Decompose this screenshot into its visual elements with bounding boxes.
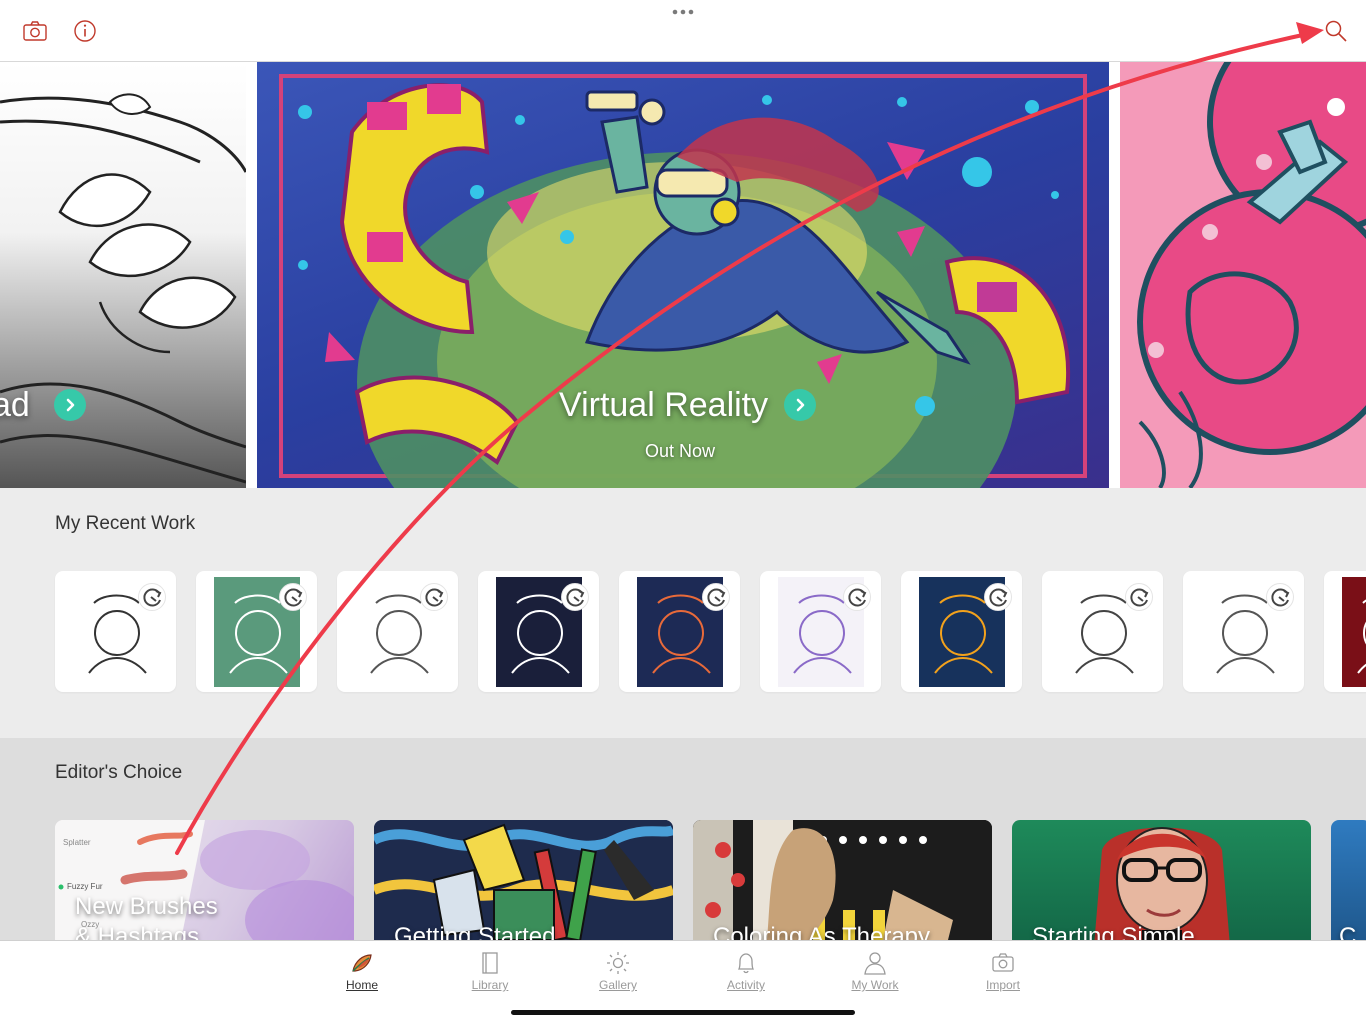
camera-icon[interactable]: [22, 18, 48, 44]
carousel-slide-virtual-reality[interactable]: Virtual Reality Out Now: [257, 62, 1109, 488]
tab-label: Activity: [726, 978, 765, 992]
home-leaf-icon: [352, 954, 372, 972]
carousel-slide-subtitle: Out Now: [645, 441, 716, 461]
more-dots-icon[interactable]: [670, 6, 696, 18]
gallery-sun-icon: [607, 952, 629, 974]
tab-label: Import: [985, 978, 1020, 992]
editors-card-starting-simple[interactable]: Starting Simple: [1012, 820, 1311, 940]
resume-progress-icon[interactable]: [1125, 583, 1153, 611]
recent-work-thumbnail[interactable]: [55, 571, 176, 692]
carousel-slide-next[interactable]: [1120, 62, 1366, 488]
heart-pattern-artwork: [1137, 62, 1366, 488]
recent-work-thumbnail[interactable]: [1183, 571, 1304, 692]
library-book-icon: [482, 952, 498, 974]
tab-gallery[interactable]: Gallery: [578, 951, 658, 995]
card-title: Coloring As Therapy: [713, 923, 931, 940]
card-title: New Brushes & Hashtags: [75, 893, 218, 940]
editors-choice-section: Editor's Choice Splatter Fuzzy Fur Ozzy …: [0, 738, 1366, 940]
editors-card-getting-started[interactable]: Getting Started: [374, 820, 673, 940]
recent-work-thumbnail[interactable]: [1042, 571, 1163, 692]
chevron-right-icon[interactable]: [784, 389, 816, 421]
editors-card-partial[interactable]: C: [1331, 820, 1366, 940]
brush-swatch-label: Splatter: [63, 838, 91, 847]
recent-work-title: My Recent Work: [55, 513, 196, 534]
home-indicator[interactable]: [511, 1010, 855, 1015]
import-camera-icon: [992, 953, 1014, 972]
card-title: Starting Simple: [1032, 923, 1195, 940]
tab-label: Library: [471, 978, 509, 992]
tab-label: My Work: [851, 978, 899, 992]
editors-choice-title: Editor's Choice: [55, 762, 183, 783]
carousel-slide-title: Virtual Reality: [559, 386, 769, 424]
info-icon[interactable]: [72, 18, 98, 44]
top-bar: [0, 0, 1366, 62]
resume-progress-icon[interactable]: [138, 583, 166, 611]
recent-work-thumbnail[interactable]: [619, 571, 740, 692]
artwork-preview: [1342, 577, 1366, 687]
featured-carousel[interactable]: ad Virtual Reality Out Now: [0, 62, 1366, 488]
activity-bell-icon: [737, 953, 755, 974]
tab-my-work[interactable]: My Work: [835, 951, 915, 995]
recent-work-thumbnail[interactable]: [196, 571, 317, 692]
carousel-slide-title: ad: [0, 386, 30, 424]
editors-card-new-brushes[interactable]: Splatter Fuzzy Fur Ozzy New Brushes & Has…: [55, 820, 354, 940]
resume-progress-icon[interactable]: [702, 583, 730, 611]
my-work-person-icon: [864, 952, 886, 975]
resume-progress-icon[interactable]: [279, 583, 307, 611]
chevron-right-icon[interactable]: [54, 389, 86, 421]
recent-work-thumbnail[interactable]: [478, 571, 599, 692]
resume-progress-icon[interactable]: [420, 583, 448, 611]
tab-library[interactable]: Library: [450, 951, 530, 995]
leaf-line-art: [0, 93, 246, 484]
editors-card-coloring-as-therapy[interactable]: Coloring As Therapy: [693, 820, 992, 940]
resume-progress-icon[interactable]: [561, 583, 589, 611]
card-title: Getting Started: [394, 923, 556, 940]
app-screen: ad Virtual Reality Out Now My Recent Wor…: [0, 0, 1366, 1024]
recent-work-section: My Recent Work: [0, 488, 1366, 738]
carousel-slide-previous[interactable]: ad: [0, 62, 246, 488]
tab-activity[interactable]: Activity: [706, 951, 786, 995]
recent-work-thumbnail[interactable]: [901, 571, 1022, 692]
tab-home[interactable]: Home: [322, 951, 402, 995]
recent-work-thumbnail[interactable]: [337, 571, 458, 692]
recent-work-thumbnail[interactable]: [760, 571, 881, 692]
resume-progress-icon[interactable]: [984, 583, 1012, 611]
search-icon[interactable]: [1323, 18, 1349, 44]
brush-swatch-label: Fuzzy Fur: [67, 882, 103, 891]
tab-import[interactable]: Import: [963, 951, 1043, 995]
card-title: C: [1339, 923, 1357, 940]
recent-work-thumbnail[interactable]: [1324, 571, 1366, 692]
tab-label: Home: [345, 978, 378, 992]
resume-progress-icon[interactable]: [843, 583, 871, 611]
resume-progress-icon[interactable]: [1266, 583, 1294, 611]
tab-label: Gallery: [598, 978, 637, 992]
